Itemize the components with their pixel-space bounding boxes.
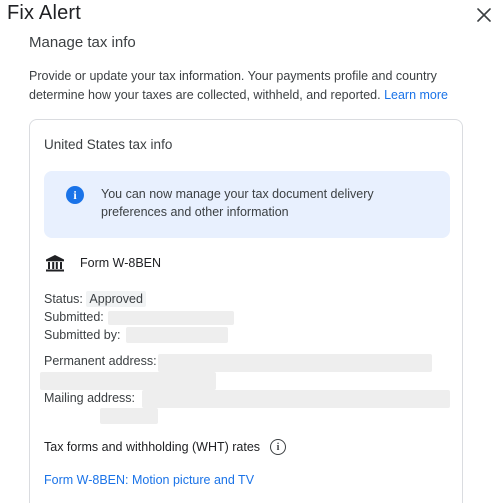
form-name: Form W-8BEN xyxy=(80,256,162,270)
dialog-title: Fix Alert xyxy=(7,2,82,24)
card-title: United States tax info xyxy=(44,137,173,152)
redacted-submitted-date xyxy=(108,311,234,325)
redacted-mailing-address-line2 xyxy=(100,408,158,424)
redacted-permanent-address-line1 xyxy=(158,354,432,372)
notice-text: You can now manage your tax document del… xyxy=(101,187,374,219)
close-icon xyxy=(477,8,491,22)
section-heading-wrap: Manage tax info xyxy=(29,31,229,51)
info-notice: i You can now manage your tax document d… xyxy=(44,171,450,238)
intro-paragraph: Provide or update your tax information. … xyxy=(29,67,479,105)
close-button[interactable] xyxy=(473,4,495,26)
redacted-permanent-address-line2 xyxy=(40,372,216,390)
wht-heading-row: Tax forms and withholding (WHT) rates i xyxy=(44,439,287,455)
intro-text: Provide or update your tax information. … xyxy=(29,69,437,102)
us-tax-info-card: United States tax info i You can now man… xyxy=(29,119,463,503)
submitted-label: Submitted: xyxy=(44,310,104,324)
status-badge: Approved xyxy=(86,291,146,307)
redacted-mailing-address-line1 xyxy=(142,390,450,408)
permanent-address-label: Permanent address: xyxy=(44,354,157,368)
status-label: Status: xyxy=(44,292,83,306)
wht-heading: Tax forms and withholding (WHT) rates xyxy=(44,440,261,454)
form-w8ben-link[interactable]: Form W-8BEN: Motion picture and TV xyxy=(44,473,254,487)
submitted-by-label: Submitted by: xyxy=(44,328,121,342)
info-outline-icon[interactable]: i xyxy=(270,439,287,455)
bank-icon xyxy=(44,252,66,274)
learn-more-link[interactable]: Learn more xyxy=(384,88,448,102)
status-field: Status: Approved xyxy=(44,291,146,307)
redacted-submitted-by xyxy=(126,327,228,343)
section-heading: Manage tax info xyxy=(29,34,136,51)
fix-alert-dialog: Fix Alert Manage tax info Provide or upd… xyxy=(0,0,503,503)
mailing-address-label: Mailing address: xyxy=(44,391,136,405)
info-icon: i xyxy=(66,186,84,204)
form-row: Form W-8BEN xyxy=(44,251,161,275)
